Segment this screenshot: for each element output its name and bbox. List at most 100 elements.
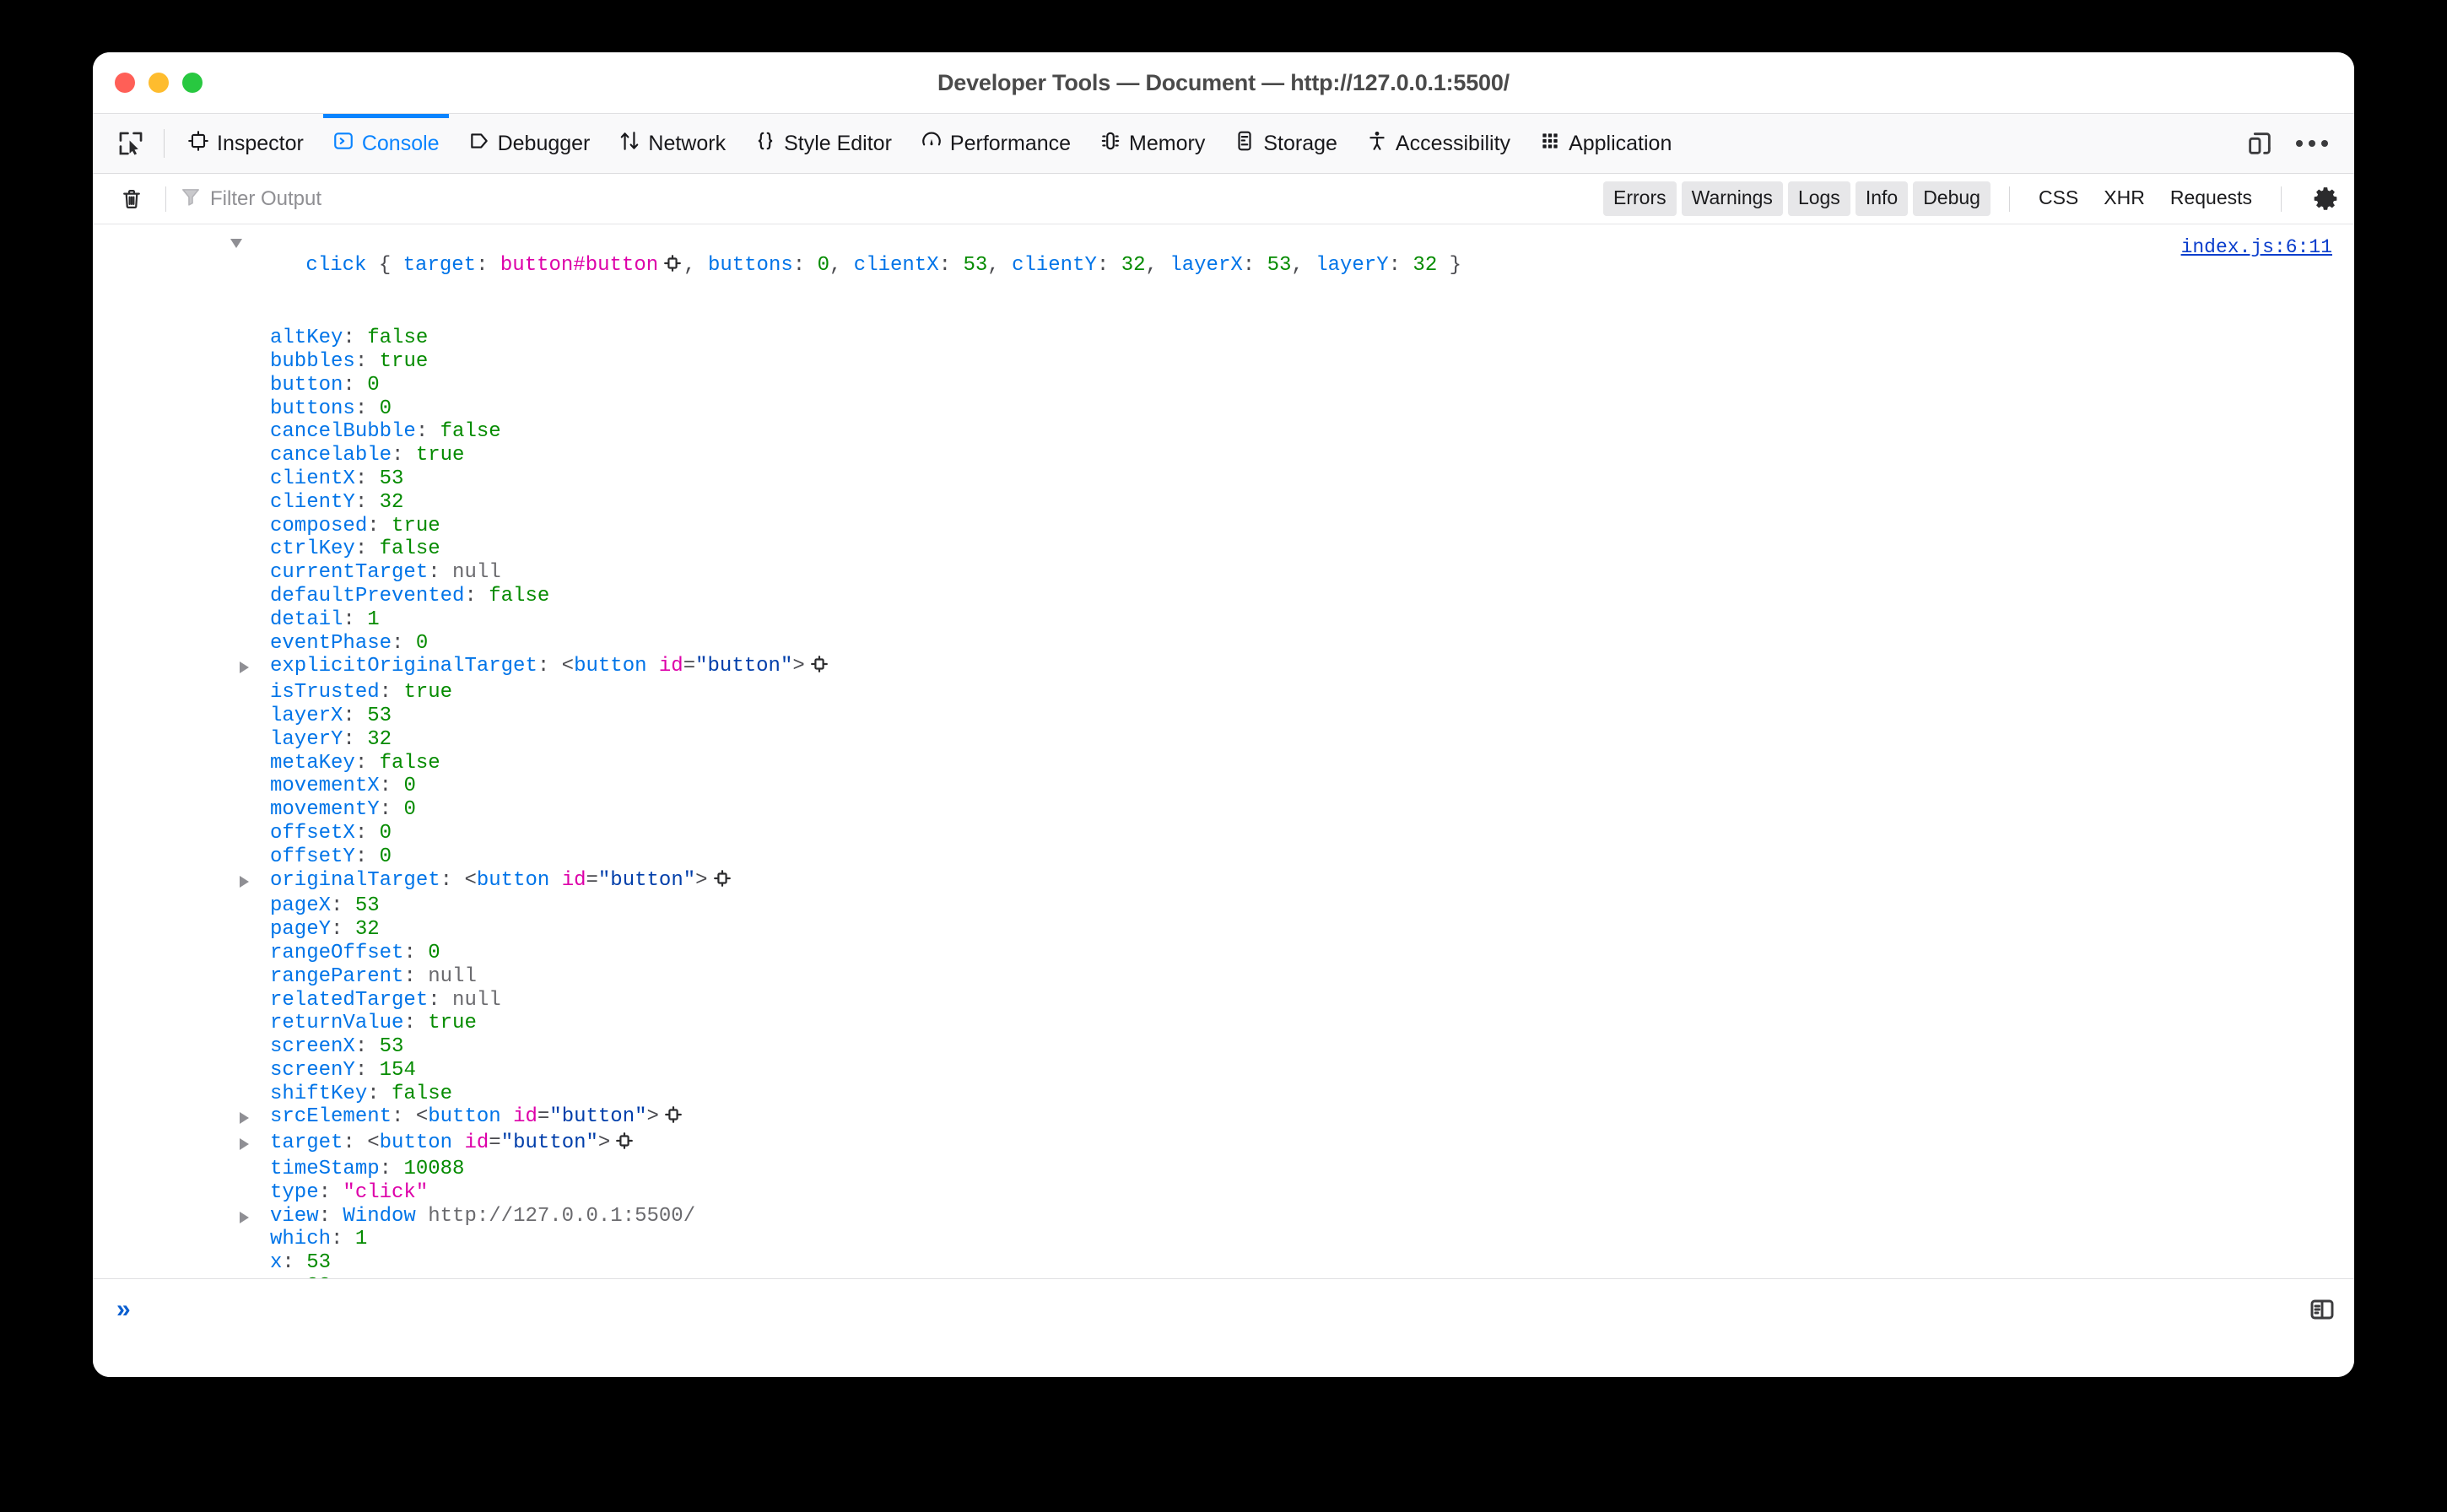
filter-logs-button[interactable]: Logs <box>1787 181 1850 216</box>
performance-icon <box>921 130 943 158</box>
tab-inspector-label: Inspector <box>217 131 304 155</box>
filter-debug-button[interactable]: Debug <box>1913 181 1991 216</box>
expand-arrow-icon[interactable] <box>240 1112 249 1125</box>
property-name: rangeOffset <box>270 941 404 964</box>
tab-debugger[interactable]: Debugger <box>454 114 605 173</box>
responsive-design-mode-icon[interactable] <box>2236 120 2283 167</box>
property-value: false <box>367 327 429 350</box>
element-picker-icon[interactable] <box>106 114 155 173</box>
filter-css-button[interactable]: CSS <box>2028 181 2088 216</box>
node-target-icon[interactable] <box>713 869 732 895</box>
target-key: target <box>402 253 477 277</box>
property-row[interactable]: view: Window http://127.0.0.1:5500/ <box>93 1205 2354 1228</box>
property-row: composed: true <box>270 514 440 537</box>
filter-errors-button[interactable]: Errors <box>1603 181 1677 216</box>
node-target-icon[interactable] <box>810 655 829 681</box>
property-name: movementX <box>270 775 380 798</box>
property-row: cancelBubble: false <box>270 420 501 444</box>
property-name: screenY <box>270 1058 355 1082</box>
layerx-value: 53 <box>1267 253 1292 277</box>
filter-requests-button[interactable]: Requests <box>2160 181 2262 216</box>
property-row[interactable]: originalTarget: <button id="button"> <box>93 869 2354 895</box>
expand-arrow-icon[interactable] <box>240 662 249 674</box>
property-row: cancelable: true <box>270 444 465 467</box>
property-value: 53 <box>379 467 404 490</box>
property-row[interactable]: explicitOriginalTarget: <button id="butt… <box>93 655 2354 681</box>
filter-warnings-button[interactable]: Warnings <box>1681 181 1783 216</box>
property-value: <button id="button"> <box>464 868 708 892</box>
property-row[interactable]: target: <button id="button"> <box>93 1131 2354 1158</box>
tab-storage[interactable]: Storage <box>1219 114 1352 173</box>
tab-application[interactable]: Application <box>1525 114 1686 173</box>
tab-accessibility[interactable]: Accessibility <box>1352 114 1525 173</box>
property-name: eventPhase <box>270 631 392 655</box>
node-target-icon[interactable] <box>664 1105 683 1131</box>
property-row[interactable]: srcElement: <button id="button"> <box>93 1105 2354 1131</box>
window-bottom-filler <box>93 1339 2354 1377</box>
source-link[interactable]: index.js:6:11 <box>2181 236 2332 260</box>
minimize-window-button[interactable] <box>149 73 169 93</box>
tab-console[interactable]: Console <box>318 114 454 173</box>
clienty-value: 32 <box>1121 253 1146 277</box>
expand-arrow-icon[interactable] <box>230 239 242 248</box>
toolbar-divider <box>165 186 166 212</box>
property-row: buttons: 0 <box>270 397 392 420</box>
property-name: defaultPrevented <box>270 584 465 608</box>
editor-layout-toggle-icon[interactable] <box>2309 1296 2336 1323</box>
property-value: 0 <box>403 798 416 822</box>
property-row: screenY: 154 <box>270 1058 416 1082</box>
tab-memory[interactable]: Memory <box>1085 114 1219 173</box>
property-name: currentTarget <box>270 561 429 585</box>
console-filter-toolbar: Filter Output Errors Warnings Logs Info … <box>93 174 2354 224</box>
expand-arrow-icon[interactable] <box>240 875 249 888</box>
tab-inspector[interactable]: Inspector <box>173 114 318 173</box>
meatball-menu-icon[interactable] <box>2288 120 2336 167</box>
tab-performance-label: Performance <box>949 131 1072 155</box>
property-name: returnValue <box>270 1012 404 1035</box>
property-value: true <box>428 1012 477 1035</box>
window-title: Developer Tools — Document — http://127.… <box>937 69 1510 95</box>
node-target-icon[interactable] <box>663 254 682 280</box>
tab-memory-label: Memory <box>1129 131 1206 155</box>
filter-input[interactable]: Filter Output <box>180 186 1603 212</box>
expand-arrow-icon[interactable] <box>240 1211 249 1223</box>
property-value: 0 <box>379 821 392 845</box>
window-titlebar: Developer Tools — Document — http://127.… <box>93 52 2354 113</box>
property-name: composed <box>270 514 368 537</box>
property-name: movementY <box>270 798 380 822</box>
console-eval-input[interactable] <box>141 1279 2309 1339</box>
close-window-button[interactable] <box>115 73 135 93</box>
property-name: originalTarget <box>270 868 440 892</box>
console-icon <box>332 130 354 158</box>
property-value: <button id="button"> <box>561 655 805 678</box>
tab-style-editor-label: Style Editor <box>784 131 892 155</box>
zoom-window-button[interactable] <box>182 73 203 93</box>
property-row: type: "click" <box>270 1180 429 1204</box>
memory-icon <box>1099 130 1121 158</box>
buttons-value: 0 <box>817 253 829 277</box>
prompt-chevron-icon: » <box>116 1294 131 1323</box>
property-value: true <box>403 681 453 705</box>
tab-network[interactable]: Network <box>604 114 740 173</box>
property-row: which: 1 <box>270 1228 368 1251</box>
gear-icon[interactable] <box>2312 186 2339 213</box>
property-name: clientY <box>270 490 355 514</box>
console-output[interactable]: click { target: button#button, buttons: … <box>93 224 2354 1278</box>
trash-icon[interactable] <box>111 181 152 218</box>
property-row: layerY: 32 <box>270 727 392 751</box>
toolbar-divider <box>164 129 165 158</box>
clienty-key: clientY <box>1012 253 1097 277</box>
expand-arrow-icon[interactable] <box>240 1138 249 1151</box>
property-value: 0 <box>415 631 429 655</box>
filter-xhr-button[interactable]: XHR <box>2093 181 2155 216</box>
tab-style-editor[interactable]: Style Editor <box>740 114 906 173</box>
node-target-icon[interactable] <box>615 1131 634 1158</box>
inspector-icon <box>187 130 209 158</box>
filter-info-button[interactable]: Info <box>1855 181 1909 216</box>
layery-value: 32 <box>1413 253 1438 277</box>
property-row: clientY: 32 <box>270 490 404 514</box>
open-brace: { <box>366 253 403 277</box>
property-value: 32 <box>379 490 404 514</box>
tab-performance[interactable]: Performance <box>906 114 1085 173</box>
console-message-header[interactable]: click { target: button#button, buttons: … <box>93 230 2354 327</box>
